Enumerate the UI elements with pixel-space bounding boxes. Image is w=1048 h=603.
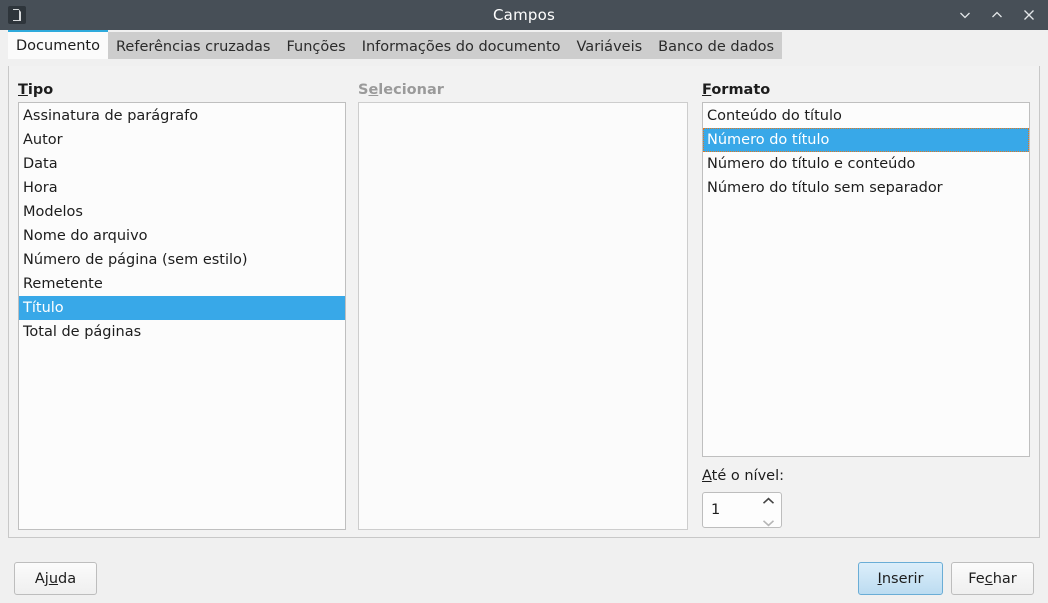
tipo-list-item[interactable]: Autor <box>19 128 345 152</box>
selecionar-label-prefix: S <box>358 82 369 98</box>
formato-label: Formato <box>702 82 770 98</box>
tab-documento[interactable]: Documento <box>8 30 108 59</box>
formato-list-item[interactable]: Número do título <box>703 128 1029 152</box>
window-title: Campos <box>493 6 555 24</box>
selecionar-label-accel: e <box>368 82 379 98</box>
formato-listbox[interactable]: Conteúdo do título Número do título Número… <box>702 102 1030 457</box>
tipo-list-item[interactable]: Remetente <box>19 272 345 296</box>
formato-label-text: ormato <box>711 82 771 98</box>
tipo-list-item[interactable]: Assinatura de parágrafo <box>19 104 345 128</box>
tipo-label-text: ipo <box>27 82 54 98</box>
maximize-button[interactable] <box>988 6 1006 24</box>
insert-button-label: Inserir <box>877 570 924 587</box>
chevron-down-icon[interactable] <box>762 512 775 531</box>
tab-referencias-cruzadas[interactable]: Referências cruzadas <box>108 32 279 59</box>
chevron-up-icon[interactable] <box>762 490 775 509</box>
level-label-accel: A <box>702 468 712 484</box>
tipo-list-item[interactable]: Nome do arquivo <box>19 224 345 248</box>
title-bar: Campos <box>0 0 1048 30</box>
tipo-list-item[interactable]: Total de páginas <box>19 320 345 344</box>
formato-list-item[interactable]: Conteúdo do título <box>703 104 1029 128</box>
close-dialog-button-label: Fechar <box>968 570 1017 587</box>
level-spinner[interactable]: 1 <box>702 492 782 528</box>
tab-label: Referências cruzadas <box>116 38 271 55</box>
tipo-label: Tipo <box>18 82 53 98</box>
level-label-text: té o nível: <box>711 468 785 484</box>
tab-variaveis[interactable]: Variáveis <box>568 32 651 59</box>
tab-label: Funções <box>286 38 346 55</box>
close-dialog-button[interactable]: Fechar <box>951 562 1034 595</box>
minimize-button[interactable] <box>956 6 974 24</box>
insert-button[interactable]: Inserir <box>858 562 943 595</box>
tab-label: Banco de dados <box>658 38 775 55</box>
selecionar-label-text: lecionar <box>378 82 444 98</box>
document-icon <box>8 6 26 24</box>
formato-list-item[interactable]: Número do título e conteúdo <box>703 152 1029 176</box>
tab-label: Documento <box>16 37 100 54</box>
help-button[interactable]: Ajuda <box>14 562 97 595</box>
selecionar-listbox[interactable] <box>358 102 688 530</box>
tipo-list-item[interactable]: Número de página (sem estilo) <box>19 248 345 272</box>
tipo-list-item[interactable]: Data <box>19 152 345 176</box>
tipo-label-accel: T <box>18 82 28 98</box>
level-label: Até o nível: <box>702 468 784 484</box>
tab-funcoes[interactable]: Funções <box>278 32 354 59</box>
tab-bar: Documento Referências cruzadas Funções I… <box>0 30 1048 59</box>
window-controls <box>956 6 1048 24</box>
tipo-list-item[interactable]: Modelos <box>19 200 345 224</box>
help-button-label: Ajuda <box>34 570 77 587</box>
tipo-list-item[interactable]: Hora <box>19 176 345 200</box>
tab-label: Informações do documento <box>361 38 561 55</box>
tab-label: Variáveis <box>576 38 643 55</box>
formato-label-accel: F <box>702 82 712 98</box>
close-button[interactable] <box>1020 6 1038 24</box>
tipo-listbox[interactable]: Assinatura de parágrafo Autor Data Hora Mode… <box>18 102 346 530</box>
formato-list-item[interactable]: Número do título sem separador <box>703 176 1029 200</box>
tab-informacoes-do-documento[interactable]: Informações do documento <box>353 32 569 59</box>
tipo-list-item[interactable]: Título <box>19 296 345 320</box>
selecionar-label: Selecionar <box>358 82 444 98</box>
tab-banco-de-dados[interactable]: Banco de dados <box>650 32 783 59</box>
level-spin-buttons <box>755 493 781 527</box>
level-value[interactable]: 1 <box>703 502 755 518</box>
